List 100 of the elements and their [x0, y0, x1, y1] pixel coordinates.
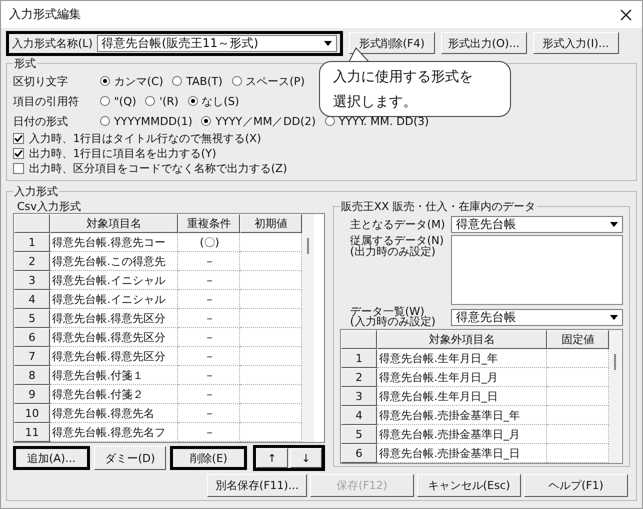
row-number[interactable]: 3 [341, 387, 377, 406]
scrollbar[interactable] [302, 214, 314, 442]
row-number[interactable]: 2 [14, 252, 50, 271]
table-cell: 得意先台帳.付箋２ [50, 385, 178, 404]
column-header[interactable]: 対象外項目名 [377, 330, 547, 349]
field-label: 主となるデータ(M) [350, 219, 445, 230]
data-list-combobox[interactable]: 得意先台帳 [451, 308, 623, 326]
table-cell: 得意先台帳.この得意先 [50, 252, 178, 271]
table-cell: 得意先台帳.生年月日_年 [377, 349, 547, 368]
row-number[interactable]: 4 [341, 406, 377, 425]
row-number[interactable]: 1 [14, 233, 50, 252]
dialog-button[interactable]: キャンセル(Esc) [417, 474, 521, 497]
column-header[interactable]: 固定値 [547, 330, 609, 349]
radio-button[interactable] [188, 96, 198, 106]
row-number[interactable]: 5 [14, 309, 50, 328]
table-cell: － [178, 385, 240, 404]
dropdown-arrow-icon [610, 222, 618, 227]
radio-label[interactable]: YYYY／MM／DD(2) [215, 114, 316, 128]
row-number[interactable]: 8 [14, 366, 50, 385]
toolbar-button[interactable]: 形式出力(O)... [440, 32, 527, 54]
close-icon[interactable] [620, 8, 632, 20]
table-cell: 得意先台帳.生年月日_月 [377, 368, 547, 387]
section-label: Csv入力形式 [17, 199, 82, 213]
radio-button[interactable] [100, 76, 110, 86]
dropdown-arrow-icon [324, 40, 332, 46]
table-cell: 得意先台帳.得意先区分 [50, 347, 178, 366]
row-number[interactable]: 7 [14, 347, 50, 366]
checkbox-label[interactable]: 入力時、1行目はタイトル行なので無視する(X) [29, 131, 262, 146]
toolbar-button[interactable]: 形式入力(I)... [532, 32, 619, 54]
table-cell: － [178, 423, 240, 442]
dialog-button[interactable]: 別名保存(F11)... [207, 474, 307, 497]
radio-label[interactable]: なし(S) [202, 94, 240, 108]
row-number[interactable]: 3 [14, 271, 50, 290]
radio-label[interactable]: TAB(T) [186, 74, 223, 88]
table-cell: － [178, 290, 240, 309]
row-number[interactable]: 2 [341, 368, 377, 387]
dependent-data-list[interactable] [451, 235, 623, 305]
table-cell: 得意先台帳.得意先名 [50, 404, 178, 423]
table-cell: 得意先台帳.得意先区分 [50, 328, 178, 347]
row-number[interactable]: 5 [341, 425, 377, 444]
row-number[interactable]: 1 [341, 349, 377, 368]
checkbox-label[interactable]: 出力時、区分項目をコードでなく名称で出力する(Z) [29, 161, 288, 176]
table-cell: 得意先台帳.生年月日_日 [377, 387, 547, 406]
table-action-button[interactable]: 削除(E) [170, 446, 248, 470]
checkbox[interactable] [13, 148, 24, 159]
field-label: データ一覧(W) [350, 307, 424, 317]
table-action-button[interactable]: ダミー(D) [94, 446, 166, 470]
column-header[interactable]: 初期値 [240, 214, 302, 233]
row-number[interactable]: 4 [14, 290, 50, 309]
table-cell: 得意先台帳.売掛金基準日_年 [377, 406, 547, 425]
radio-button[interactable] [100, 116, 110, 126]
format-name-label: 入力形式名称(L) [12, 36, 93, 50]
checkbox[interactable] [13, 133, 24, 144]
row-number[interactable]: 10 [14, 404, 50, 423]
radio-label[interactable]: スペース(P) [246, 74, 305, 88]
table-cell: － [178, 252, 240, 271]
radio-label[interactable]: YYYY. MM. DD(3) [338, 114, 429, 128]
radio-button[interactable] [145, 96, 156, 106]
field-note: (入力時のみ設定) [350, 317, 437, 327]
checkbox-label[interactable]: 出力時、1行目に項目名を出力する(Y) [29, 146, 216, 161]
row-number[interactable]: 9 [14, 385, 50, 404]
format-name-combobox[interactable]: 得意先台帳(販売王11～形式) [96, 34, 337, 52]
table-action-button[interactable]: 追加(A)... [13, 446, 90, 470]
radio-label[interactable]: カンマ(C) [114, 74, 164, 88]
move-button[interactable]: ↓ [290, 448, 322, 468]
checkbox[interactable] [13, 163, 24, 174]
dialog-button[interactable]: ヘルプ(F1) [524, 474, 628, 497]
radio-button[interactable] [100, 96, 110, 106]
scrollbar[interactable] [609, 330, 621, 463]
radio-label[interactable]: '(R) [159, 94, 179, 108]
radio-label[interactable]: YYYYMMDD(1) [114, 114, 192, 128]
column-header[interactable]: 重複条件 [178, 214, 240, 233]
main-data-combobox[interactable]: 得意先台帳 [451, 216, 623, 233]
table-cell: 得意先台帳.イニシャル [50, 290, 178, 309]
field-label: 従属するデータ(N) [350, 235, 445, 246]
group-title: 形式 [13, 56, 37, 71]
radio-label[interactable]: "(Q) [114, 94, 136, 108]
radio-button[interactable] [172, 76, 182, 86]
table-cell: － [178, 271, 240, 290]
row-number[interactable]: 6 [14, 328, 50, 347]
row-number[interactable]: 11 [14, 423, 50, 442]
group-title: 販売王XX 販売・仕入・在庫内のデータ [340, 199, 537, 214]
toolbar-button[interactable]: 形式削除(F4) [348, 32, 435, 54]
option-label: 日付の形式 [13, 114, 69, 128]
table-cell: － [178, 328, 240, 347]
move-button[interactable]: ↑ [256, 448, 288, 468]
table-cell: 得意先台帳.付箋１ [50, 366, 178, 385]
column-header[interactable]: 対象項目名 [50, 214, 178, 233]
table-cell: 得意先台帳.売掛金基準日_日 [377, 444, 547, 463]
table-cell: 得意先台帳.イニシャル [50, 271, 178, 290]
dropdown-arrow-icon [610, 314, 618, 320]
radio-button[interactable] [324, 116, 335, 126]
row-number[interactable]: 6 [341, 444, 377, 463]
table-cell: (〇) [178, 233, 240, 252]
field-note: (出力時のみ設定) [350, 246, 436, 257]
table-cell: － [178, 309, 240, 328]
table-cell: 得意先台帳.得意先名フ [50, 423, 178, 442]
radio-button[interactable] [232, 76, 242, 86]
option-label: 項目の引用符 [13, 94, 80, 108]
radio-button[interactable] [201, 116, 212, 126]
